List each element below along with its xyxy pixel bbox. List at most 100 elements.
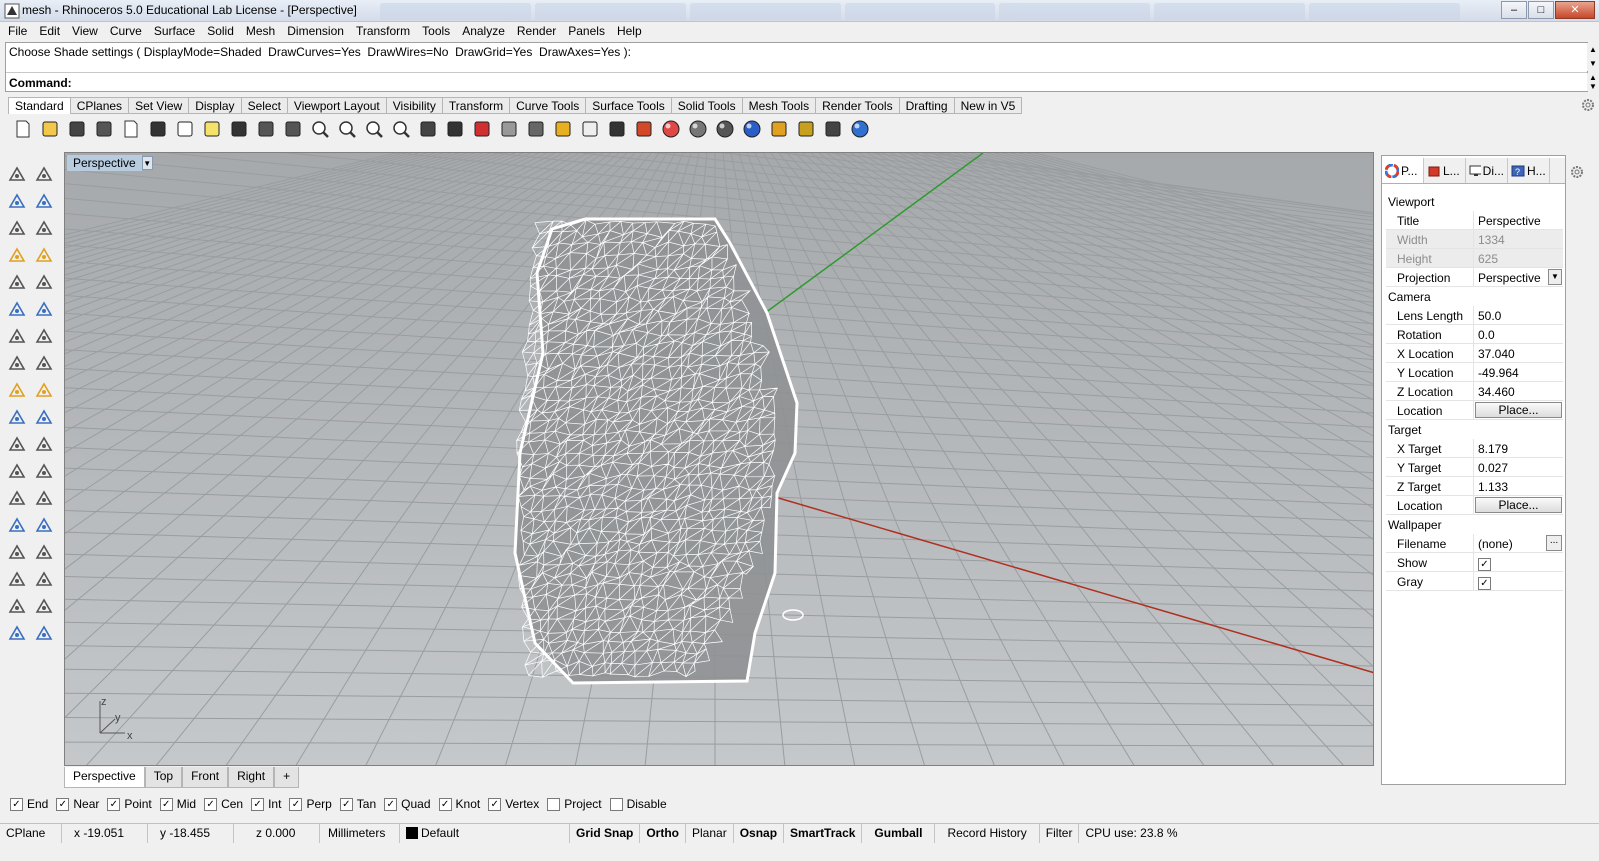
osnap-perp[interactable]: ✓ Perp	[289, 797, 332, 811]
dimension-icon[interactable]	[30, 484, 57, 511]
split-icon[interactable]	[30, 403, 57, 430]
property-value-show[interactable]: ✓	[1474, 553, 1563, 571]
sphere-blue-icon[interactable]	[739, 117, 765, 141]
rectangle-icon[interactable]	[30, 241, 57, 268]
menu-curve[interactable]: Curve	[104, 22, 148, 41]
toolbar-tab-select[interactable]: Select	[241, 97, 288, 114]
toolbar-tab-surface-tools[interactable]: Surface Tools	[586, 97, 672, 114]
property-value-filename[interactable]: (none)...	[1474, 534, 1563, 552]
copy-icon[interactable]	[172, 117, 198, 141]
status-smarttrack[interactable]: SmartTrack	[784, 824, 863, 843]
toolbar-tab-render-tools[interactable]: Render Tools	[816, 97, 900, 114]
property-value-y-location[interactable]: -49.964	[1474, 363, 1563, 381]
osnap-vertex-checkbox[interactable]: ✓	[488, 797, 502, 811]
history-icon[interactable]	[30, 565, 57, 592]
zoom-window-icon[interactable]	[334, 117, 360, 141]
osnap-vertex[interactable]: ✓ Vertex	[488, 797, 539, 811]
polygon-icon[interactable]	[3, 241, 30, 268]
lock-icon[interactable]	[604, 117, 630, 141]
status-cplane[interactable]: CPlane	[0, 824, 62, 843]
select-icon[interactable]	[523, 117, 549, 141]
tab-layers[interactable]: L...	[1424, 158, 1466, 183]
minimize-button[interactable]: –	[1501, 1, 1527, 19]
osnap-perp-checkbox[interactable]: ✓	[289, 797, 303, 811]
osnap-int[interactable]: ✓ Int	[251, 797, 281, 811]
gumball-icon[interactable]	[550, 117, 576, 141]
rotate-view-icon[interactable]	[415, 117, 441, 141]
property-value-x-target[interactable]: 8.179	[1474, 439, 1563, 457]
toolbar-tab-drafting[interactable]: Drafting	[899, 97, 955, 114]
menu-tools[interactable]: Tools	[416, 22, 456, 41]
tab-help[interactable]: ? H...	[1508, 158, 1550, 183]
osnap-project[interactable]: Project	[547, 797, 602, 811]
status-osnap[interactable]: Osnap	[734, 824, 785, 843]
text-icon[interactable]	[3, 484, 30, 511]
viewport-tab-right[interactable]: Right	[228, 767, 275, 788]
osnap-quad-checkbox[interactable]: ✓	[384, 797, 398, 811]
status-gumball[interactable]: Gumball	[862, 824, 936, 843]
transform-icon[interactable]	[3, 511, 30, 538]
toolbar-tab-set-view[interactable]: Set View	[129, 97, 190, 114]
property-value-x-location[interactable]: 37.040	[1474, 344, 1563, 362]
property-value-z-target[interactable]: 1.133	[1474, 477, 1563, 495]
osnap-int-checkbox[interactable]: ✓	[251, 797, 265, 811]
osnap-project-checkbox[interactable]	[547, 797, 561, 811]
cylinder-icon[interactable]	[3, 349, 30, 376]
loft-icon[interactable]	[30, 295, 57, 322]
status-grid-snap[interactable]: Grid Snap	[570, 824, 641, 843]
osnap-knot[interactable]: ✓ Knot	[438, 797, 480, 811]
layer-icon[interactable]	[631, 117, 657, 141]
tab-display[interactable]: Di...	[1466, 158, 1508, 183]
menu-view[interactable]: View	[66, 22, 104, 41]
osnap-disable-checkbox[interactable]	[609, 797, 623, 811]
toolbar-tab-new-in-v5[interactable]: New in V5	[954, 97, 1023, 114]
toolbar-tab-curve-tools[interactable]: Curve Tools	[510, 97, 587, 114]
viewport-tab-perspective[interactable]: Perspective	[64, 767, 145, 788]
point-icon[interactable]	[30, 160, 57, 187]
array-icon[interactable]	[30, 538, 57, 565]
toolbar-tab-cplanes[interactable]: CPlanes	[70, 97, 130, 114]
extrude-icon[interactable]	[30, 349, 57, 376]
snap-icon[interactable]	[820, 117, 846, 141]
block-icon[interactable]	[3, 538, 30, 565]
property-value-projection[interactable]: Perspective ▼	[1474, 268, 1563, 286]
sphere-solid-icon[interactable]	[30, 322, 57, 349]
menu-help[interactable]: Help	[611, 22, 648, 41]
undo-icon[interactable]	[226, 117, 252, 141]
status-filter[interactable]: Filter	[1040, 824, 1080, 843]
polyline-icon[interactable]	[3, 187, 30, 214]
save-icon[interactable]	[64, 117, 90, 141]
viewport-tab-top[interactable]: Top	[144, 767, 183, 788]
osnap-point[interactable]: ✓ Point	[107, 797, 152, 811]
menu-render[interactable]: Render	[511, 22, 562, 41]
osnap-point-checkbox[interactable]: ✓	[107, 797, 121, 811]
status-record-history[interactable]: Record History	[935, 824, 1040, 843]
osnap-end[interactable]: ✓ End	[10, 797, 48, 811]
status-ortho[interactable]: Ortho	[640, 824, 687, 843]
show-checkbox[interactable]: ✓	[1478, 558, 1491, 571]
menu-edit[interactable]: Edit	[33, 22, 66, 41]
ellipse-icon[interactable]	[30, 214, 57, 241]
menu-dimension[interactable]: Dimension	[281, 22, 350, 41]
property-value-lens-length[interactable]: 50.0	[1474, 306, 1563, 324]
command-scrollbar[interactable]: ▲ ▼	[1587, 73, 1599, 91]
paint-icon[interactable]	[30, 619, 57, 646]
group-icon[interactable]	[30, 430, 57, 457]
osnap-mid-checkbox[interactable]: ✓	[159, 797, 173, 811]
sphere-gray-icon[interactable]	[685, 117, 711, 141]
osnap-knot-checkbox[interactable]: ✓	[438, 797, 452, 811]
four-viewports-icon[interactable]	[442, 117, 468, 141]
zoom-icon[interactable]	[307, 117, 333, 141]
viewport-canvas[interactable]: z y x	[65, 153, 1374, 766]
color-wheel-icon[interactable]	[658, 117, 684, 141]
add-viewport-tab-button[interactable]: +	[274, 767, 300, 788]
history-scrollbar[interactable]: ▲ ▼	[1587, 43, 1599, 71]
pan-icon[interactable]	[253, 117, 279, 141]
tab-properties[interactable]: P...	[1382, 158, 1424, 183]
menu-surface[interactable]: Surface	[148, 22, 201, 41]
select-arrow-icon[interactable]	[3, 160, 30, 187]
print-icon[interactable]	[91, 117, 117, 141]
toolbar-options-gear-icon[interactable]	[1581, 98, 1595, 112]
circle-icon[interactable]	[3, 214, 30, 241]
render-icon[interactable]	[766, 117, 792, 141]
